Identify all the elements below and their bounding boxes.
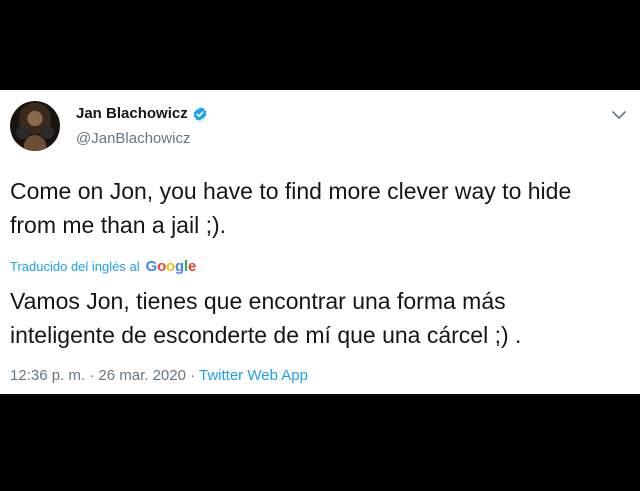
avatar-figure bbox=[24, 135, 46, 151]
tweet-card: Jan Blachowicz @JanBlachowicz Come on Jo… bbox=[0, 90, 640, 394]
chevron-down-icon[interactable] bbox=[612, 110, 626, 120]
tweet-text: Come on Jon, you have to find more cleve… bbox=[10, 174, 630, 242]
translated-from-label: Traducido del inglés al bbox=[10, 259, 140, 274]
tweet-text-line-2: from me than a jail ;). bbox=[10, 212, 227, 238]
verified-badge-icon bbox=[193, 106, 207, 121]
translation-attribution[interactable]: Traducido del inglés al Google bbox=[10, 258, 196, 275]
tweet-text-line-1: Come on Jon, you have to find more cleve… bbox=[10, 178, 572, 204]
author-handle[interactable]: @JanBlachowicz bbox=[76, 130, 190, 147]
google-logo: Google bbox=[146, 258, 197, 275]
author-name-row: Jan Blachowicz bbox=[76, 105, 208, 122]
google-letter: e bbox=[187, 258, 197, 275]
avatar[interactable] bbox=[10, 101, 60, 151]
timestamp[interactable]: 12:36 p. m. · 26 mar. 2020 · bbox=[10, 367, 199, 384]
translated-text: Vamos Jon, tienes que encontrar una form… bbox=[10, 284, 630, 352]
display-name[interactable]: Jan Blachowicz bbox=[76, 105, 188, 122]
translated-text-line-1: Vamos Jon, tienes que encontrar una form… bbox=[10, 288, 506, 314]
google-letter: g bbox=[175, 258, 184, 275]
google-letter: o bbox=[157, 258, 167, 275]
source-app-link[interactable]: Twitter Web App bbox=[199, 367, 308, 384]
google-letter: o bbox=[166, 258, 175, 275]
translated-text-line-2: inteligente de esconderte de mí que una … bbox=[10, 322, 522, 348]
tweet-meta: 12:36 p. m. · 26 mar. 2020 · Twitter Web… bbox=[10, 367, 308, 384]
google-letter: G bbox=[145, 258, 158, 275]
